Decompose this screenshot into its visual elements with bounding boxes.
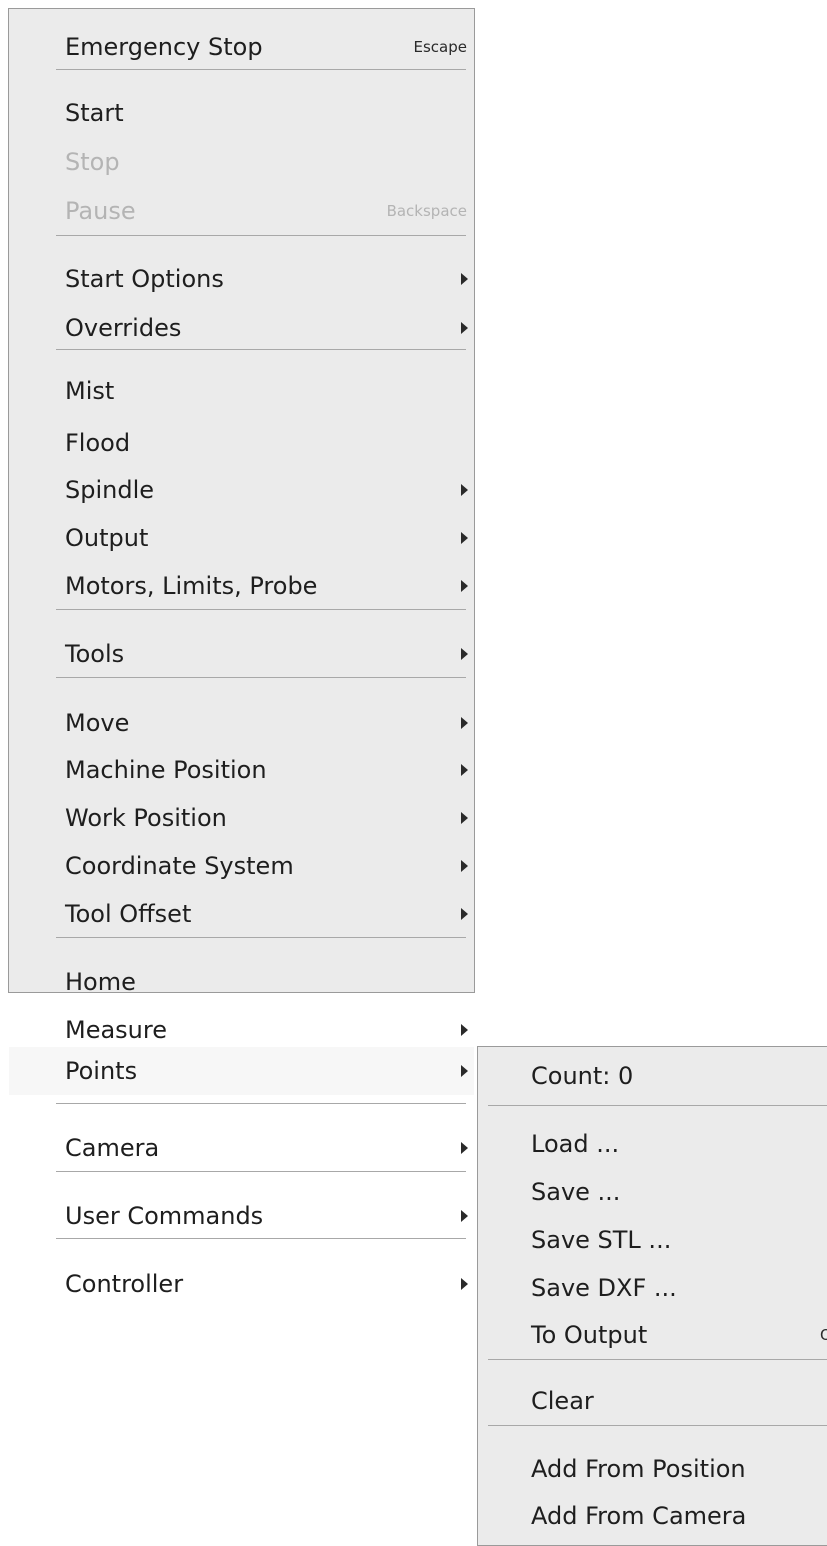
- menu-item-label: Output: [65, 524, 149, 552]
- menu-separator: [488, 1105, 827, 1106]
- menu-item-label: Work Position: [65, 804, 227, 832]
- menu-item-start-options[interactable]: Start Options: [9, 255, 474, 303]
- submenu-arrow-icon: [461, 860, 468, 872]
- menu-item-save-stl[interactable]: Save STL ...: [478, 1216, 827, 1264]
- menu-separator: [56, 609, 466, 610]
- menu-item-label: Measure: [65, 1016, 167, 1044]
- submenu-arrow-icon: [461, 1142, 468, 1154]
- menu-item-mist[interactable]: Mist: [9, 367, 474, 415]
- menu-item-motors-limits-probe[interactable]: Motors, Limits, Probe: [9, 562, 474, 610]
- menu-item-label: Add From Camera: [531, 1502, 747, 1530]
- submenu-arrow-icon: [461, 764, 468, 776]
- shortcut-hint: Escape: [413, 38, 467, 56]
- menu-item-count: Count: 0: [478, 1052, 827, 1100]
- menu-item-label: Pause: [65, 197, 136, 225]
- menu-item-label: Start Options: [65, 265, 224, 293]
- submenu-arrow-icon: [461, 1024, 468, 1036]
- menu-item-label: Camera: [65, 1134, 160, 1162]
- menu-item-overrides[interactable]: Overrides: [9, 304, 474, 352]
- submenu-arrow-icon: [461, 648, 468, 660]
- menu-item-coordinate-system[interactable]: Coordinate System: [9, 842, 474, 890]
- submenu-arrow-icon: [461, 717, 468, 729]
- menu-item-label: Emergency Stop: [65, 33, 263, 61]
- menu-item-add-from-position[interactable]: Add From Position: [478, 1445, 827, 1493]
- menu-item-controller[interactable]: Controller: [9, 1260, 474, 1308]
- menu-item-label: Points: [65, 1057, 138, 1085]
- menu-item-pause: Pause Backspace: [9, 187, 474, 235]
- menu-item-label: Overrides: [65, 314, 182, 342]
- menu-item-label: User Commands: [65, 1202, 264, 1230]
- menu-separator: [488, 1425, 827, 1426]
- menu-item-label: Coordinate System: [65, 852, 294, 880]
- menu-item-label: Spindle: [65, 476, 155, 504]
- menu-separator: [56, 937, 466, 938]
- menu-item-label: To Output: [531, 1321, 648, 1349]
- menu-item-label: Save ...: [531, 1178, 621, 1206]
- menu-item-label: Motors, Limits, Probe: [65, 572, 318, 600]
- menu-item-load[interactable]: Load ...: [478, 1120, 827, 1168]
- menu-item-points[interactable]: Points: [9, 1047, 474, 1095]
- menu-item-camera[interactable]: Camera: [9, 1124, 474, 1172]
- menu-separator: [56, 349, 466, 350]
- menu-item-move[interactable]: Move: [9, 699, 474, 747]
- menu-item-label: Tool Offset: [65, 900, 192, 928]
- menu-item-label: Save DXF ...: [531, 1274, 677, 1302]
- submenu-arrow-icon: [461, 908, 468, 920]
- menu-item-label: Mist: [65, 377, 115, 405]
- menu-item-label: Home: [65, 968, 136, 996]
- menu-item-save-dxf[interactable]: Save DXF ...: [478, 1264, 827, 1312]
- menu-separator: [56, 1103, 466, 1104]
- menu-item-add-from-camera[interactable]: Add From Camera: [478, 1492, 827, 1540]
- menu-separator: [56, 235, 466, 236]
- menu-item-label: Move: [65, 709, 130, 737]
- menu-separator: [56, 1238, 466, 1239]
- menu-item-label: Tools: [65, 640, 125, 668]
- menu-item-save[interactable]: Save ...: [478, 1168, 827, 1216]
- menu-separator: [56, 69, 466, 70]
- submenu-arrow-icon: [461, 532, 468, 544]
- points-submenu: Count: 0 Load ... Save ... Save STL ... …: [477, 1046, 827, 1546]
- submenu-arrow-icon: [461, 1210, 468, 1222]
- menu-item-tool-offset[interactable]: Tool Offset: [9, 890, 474, 938]
- menu-separator: [56, 677, 466, 678]
- menu-item-label: Clear: [531, 1387, 594, 1415]
- menu-item-emergency-stop[interactable]: Emergency Stop Escape: [9, 23, 474, 71]
- menu-item-label: Machine Position: [65, 756, 267, 784]
- menu-separator: [488, 1359, 827, 1360]
- submenu-arrow-icon: [461, 1065, 468, 1077]
- context-menu: Emergency Stop Escape Start Stop Pause B…: [8, 8, 475, 1298]
- menu-item-output[interactable]: Output: [9, 514, 474, 562]
- submenu-arrow-icon: [461, 322, 468, 334]
- menu-item-to-output[interactable]: To Output O: [478, 1311, 827, 1359]
- menu-item-spindle[interactable]: Spindle: [9, 466, 474, 514]
- menu-item-label: Controller: [65, 1270, 184, 1298]
- menu-item-label: Flood: [65, 429, 131, 457]
- menu-item-clear[interactable]: Clear: [478, 1377, 827, 1425]
- menu-item-work-position[interactable]: Work Position: [9, 794, 474, 842]
- menu-item-flood[interactable]: Flood: [9, 419, 474, 467]
- menu-item-label: Count: 0: [531, 1062, 634, 1090]
- submenu-arrow-icon: [461, 1278, 468, 1290]
- menu-item-stop: Stop: [9, 138, 474, 186]
- menu-item-label: Load ...: [531, 1130, 620, 1158]
- menu-item-label: Save STL ...: [531, 1226, 672, 1254]
- submenu-arrow-icon: [461, 812, 468, 824]
- submenu-arrow-icon: [461, 273, 468, 285]
- menu-item-label: Add From Position: [531, 1455, 746, 1483]
- shortcut-hint: O: [820, 1326, 827, 1344]
- menu-item-tools[interactable]: Tools: [9, 630, 474, 678]
- submenu-arrow-icon: [461, 484, 468, 496]
- shortcut-hint: Backspace: [386, 202, 467, 220]
- menu-item-start[interactable]: Start: [9, 89, 474, 137]
- menu-item-home[interactable]: Home: [9, 958, 474, 1006]
- menu-item-machine-position[interactable]: Machine Position: [9, 746, 474, 794]
- menu-separator: [56, 1171, 466, 1172]
- submenu-arrow-icon: [461, 580, 468, 592]
- menu-item-label: Stop: [65, 148, 120, 176]
- menu-item-user-commands[interactable]: User Commands: [9, 1192, 474, 1240]
- menu-item-label: Start: [65, 99, 124, 127]
